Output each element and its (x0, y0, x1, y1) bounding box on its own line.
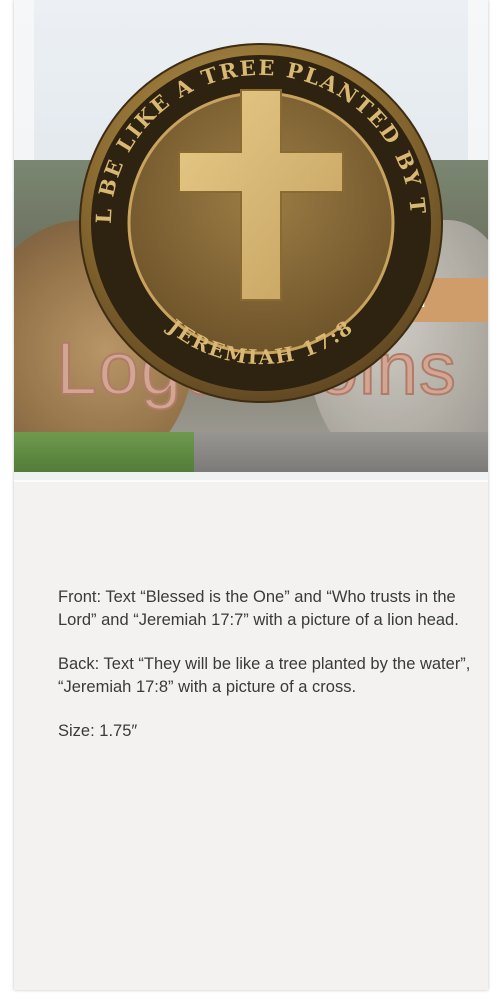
description-text: Front: Text “Blessed is the One” and “Wh… (58, 586, 478, 765)
front-description: Front: Text “Blessed is the One” and “Wh… (58, 588, 459, 629)
size-description: Size: 1.75″ (58, 722, 138, 740)
back-description: Back: Text “They will be like a tree pla… (58, 655, 471, 696)
coin: THEY WILL BE LIKE A TREE PLANTED BY THE … (78, 42, 443, 403)
